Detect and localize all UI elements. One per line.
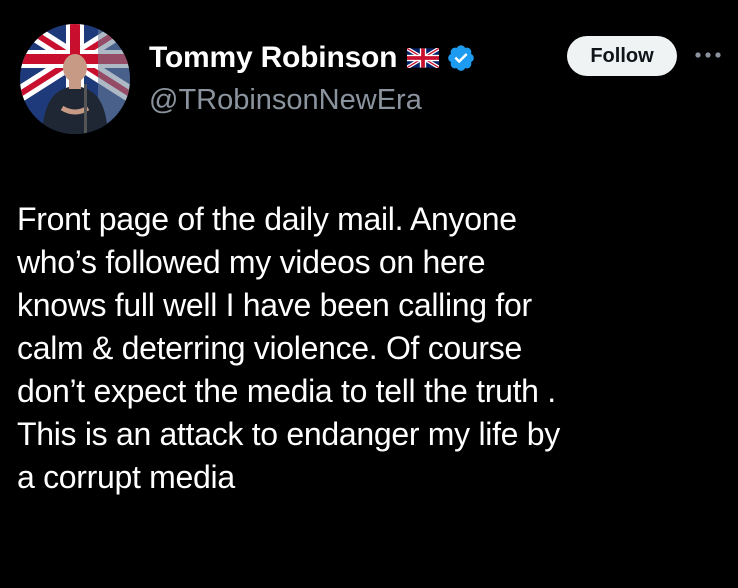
tweet-text-line: Front page of the daily mail. Anyone: [17, 201, 517, 237]
tweet-text-line: calm & deterring violence. Of course: [17, 330, 522, 366]
author-name-row: Tommy Robinson: [149, 38, 476, 78]
avatar[interactable]: [20, 24, 130, 134]
follow-button[interactable]: Follow: [567, 36, 677, 76]
more-options-button[interactable]: [692, 40, 724, 70]
verified-badge-icon[interactable]: [446, 43, 476, 73]
tweet-text-line: don’t expect the media to tell the truth…: [17, 373, 556, 409]
author-handle[interactable]: @TRobinsonNewEra: [149, 84, 422, 117]
tweet-text-line: a corrupt media: [17, 459, 235, 495]
tweet-text-line: knows full well I have been calling for: [17, 287, 532, 323]
uk-flag-icon: [406, 46, 441, 70]
author-display-name[interactable]: Tommy Robinson: [149, 41, 398, 75]
tweet-card: Tommy Robinson @TRobinsonNewEra Follow F…: [0, 0, 738, 588]
more-horizontal-icon: [695, 52, 721, 58]
tweet-text-line: This is an attack to endanger my life by: [17, 416, 560, 452]
tweet-text: Front page of the daily mail. Anyone who…: [17, 198, 727, 499]
tweet-text-line: who’s followed my videos on here: [17, 244, 486, 280]
